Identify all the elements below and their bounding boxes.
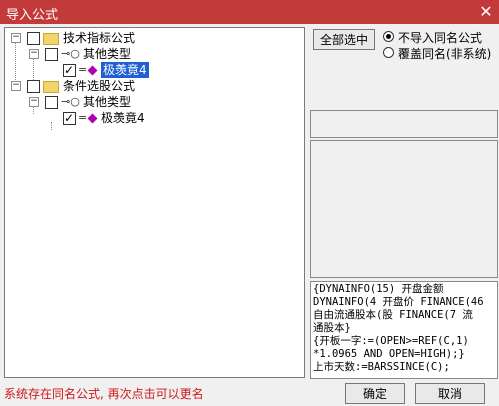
tree-node-formula-1[interactable]: = 极羡竟4 xyxy=(45,62,245,78)
title-bar[interactable]: 导入公式 ✕ xyxy=(0,0,499,24)
link-icon: = xyxy=(78,63,88,76)
overwrite-same-radio[interactable] xyxy=(383,47,394,58)
overwrite-same-option[interactable]: 覆盖同名(非系统) xyxy=(382,45,498,61)
tree-node-label: 条件选股公式 xyxy=(63,79,136,93)
cancel-button[interactable]: 取消 xyxy=(415,383,485,404)
code-line: 上市天数:=BARSSINCE(C); xyxy=(313,361,450,373)
window-title: 导入公式 xyxy=(6,8,59,23)
tree-node-label: 其他类型 xyxy=(83,47,132,61)
code-line: *1.0965 AND OPEN=HIGH);} xyxy=(313,348,465,360)
status-message: 系统存在同名公式, 再次点击可以更名 xyxy=(4,387,204,401)
tree-node-other-type-1[interactable]: − ⊸○ 其他类型 xyxy=(27,46,227,62)
tree-node-stock-screen[interactable]: − 条件选股公式 xyxy=(9,78,209,94)
no-import-same-option[interactable]: 不导入同名公式 xyxy=(382,29,498,45)
collapse-toggle-icon[interactable]: − xyxy=(29,49,39,59)
tree-node-label: 技术指标公式 xyxy=(63,31,136,45)
formula-source-preview[interactable]: {DYNAINFO(15) 开盘金额 DYNAINFO(4 开盘价 FINANC… xyxy=(310,281,498,379)
formula-icon xyxy=(87,113,98,124)
select-all-button[interactable]: 全部选中 xyxy=(313,29,375,50)
tech-indicator-checkbox[interactable] xyxy=(27,32,40,45)
overwrite-same-label: 覆盖同名(非系统) xyxy=(398,47,492,61)
key-icon: ⊸○ xyxy=(61,47,80,60)
ok-button[interactable]: 确定 xyxy=(345,383,405,404)
tree-node-label: 极羡竟4 xyxy=(101,62,149,78)
code-line: 自由流通股本(股 FINANCE(7 流 xyxy=(313,309,473,321)
other-type-1-checkbox[interactable] xyxy=(45,48,58,61)
collapse-toggle-icon[interactable]: − xyxy=(29,97,39,107)
code-line: {DYNAINFO(15) 开盘金额 xyxy=(313,283,444,295)
import-formula-dialog: 导入公式 ✕ − 技术指标公式 − ⊸○ 其他类型 = xyxy=(0,0,499,406)
tree-node-other-type-2[interactable]: − ⊸○ 其他类型 xyxy=(27,94,227,110)
folder-icon xyxy=(43,81,59,93)
stock-screen-checkbox[interactable] xyxy=(27,80,40,93)
formula-2-checkbox[interactable] xyxy=(63,110,76,126)
info-panel-top xyxy=(310,110,498,138)
collapse-toggle-icon[interactable]: − xyxy=(11,81,21,91)
close-icon[interactable]: ✕ xyxy=(477,3,495,21)
no-import-same-radio[interactable] xyxy=(383,31,394,42)
code-line: DYNAINFO(4 开盘价 FINANCE(46 xyxy=(313,296,484,308)
formula-tree[interactable]: − 技术指标公式 − ⊸○ 其他类型 = 极羡竟4 − 条件选股公式 − xyxy=(4,27,305,378)
folder-icon xyxy=(43,33,59,45)
formula-icon xyxy=(87,65,98,76)
other-type-2-checkbox[interactable] xyxy=(45,96,58,109)
no-import-same-label: 不导入同名公式 xyxy=(398,31,483,45)
link-icon: = xyxy=(78,111,88,124)
tree-node-tech-indicator[interactable]: − 技术指标公式 xyxy=(9,30,209,46)
code-line: {开板一字:=(OPEN>=REF(C,1) xyxy=(313,335,469,347)
info-panel-middle xyxy=(310,140,498,278)
key-icon: ⊸○ xyxy=(61,95,80,108)
code-line: 通股本} xyxy=(313,322,351,334)
tree-node-label: 极羡竟4 xyxy=(101,111,145,125)
formula-1-checkbox[interactable] xyxy=(63,62,76,78)
tree-node-label: 其他类型 xyxy=(83,95,132,109)
collapse-toggle-icon[interactable]: − xyxy=(11,33,21,43)
tree-node-formula-2[interactable]: = 极羡竟4 xyxy=(45,110,245,126)
